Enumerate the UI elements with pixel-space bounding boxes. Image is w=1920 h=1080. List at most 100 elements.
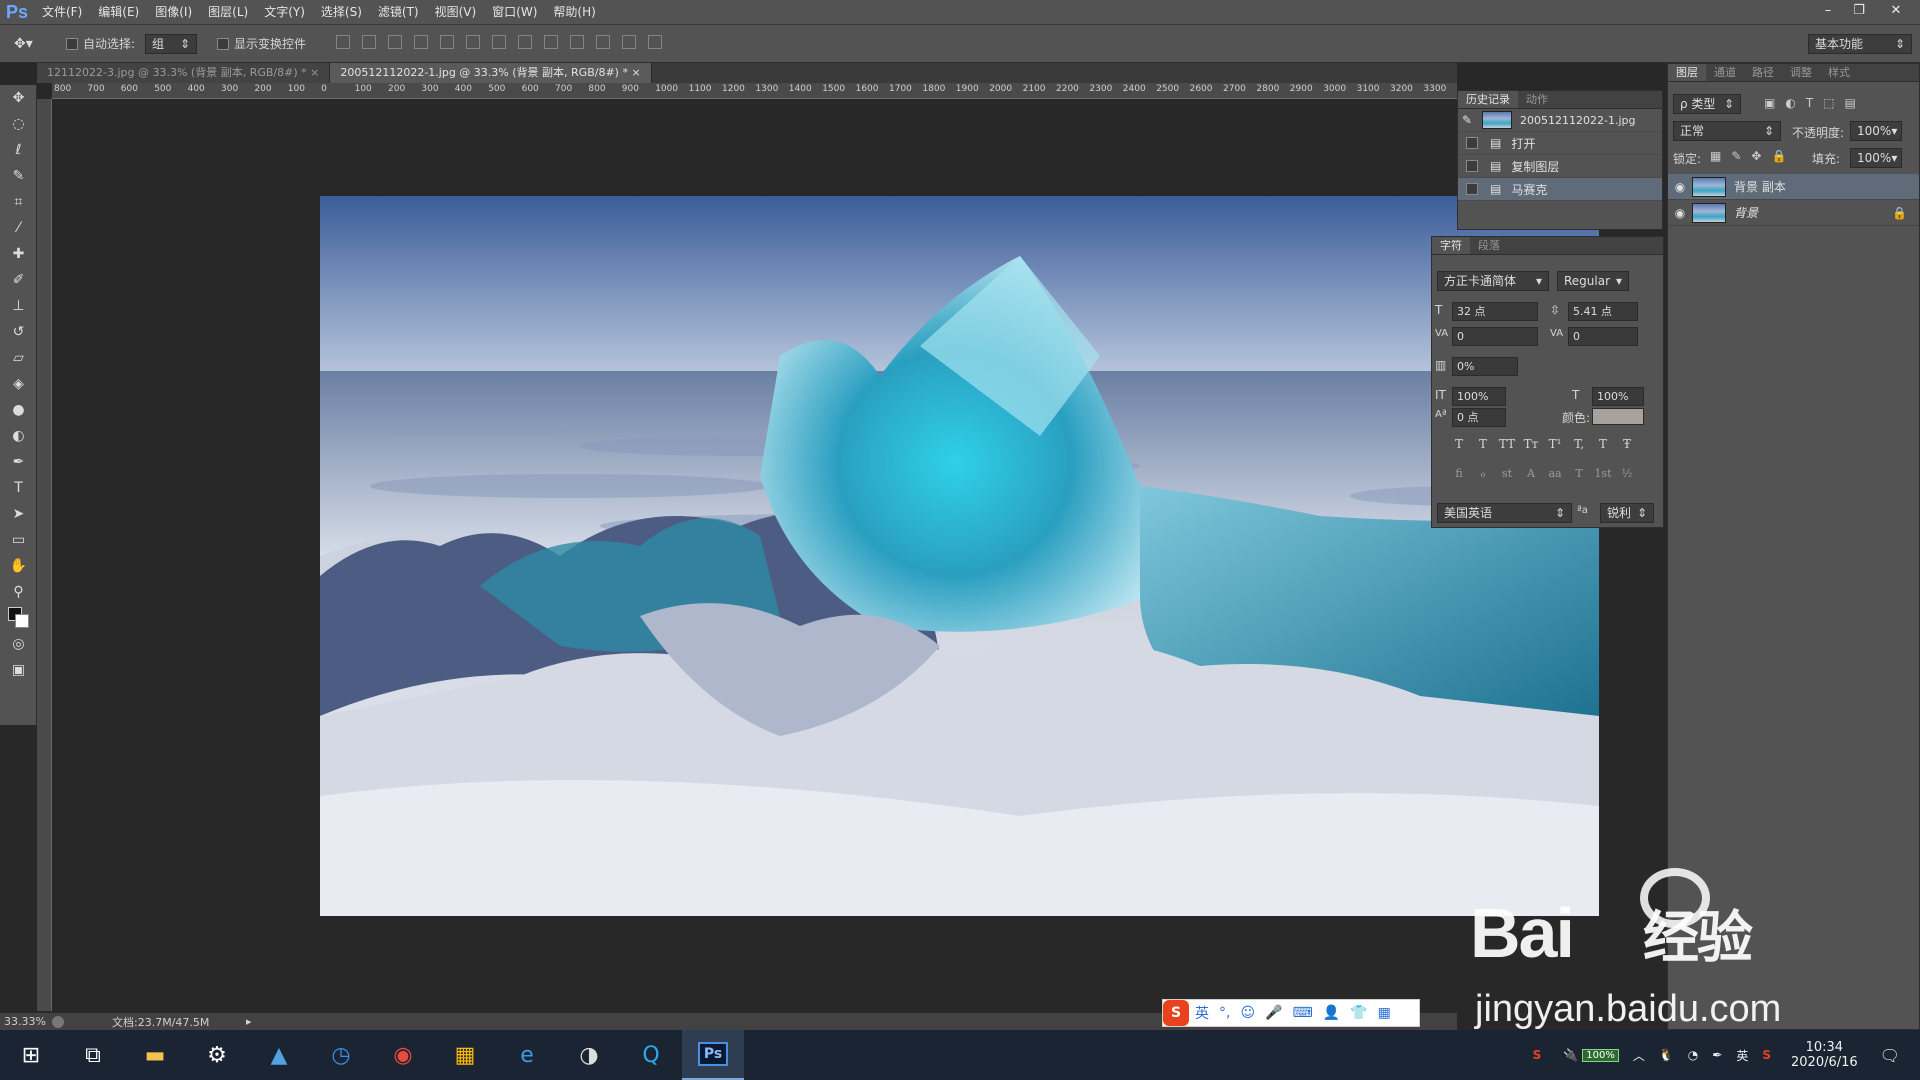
vertical-scale-field[interactable]: 100% [1452, 387, 1506, 406]
brush-tool-icon[interactable]: ✐ [0, 267, 37, 293]
distribute-left-icon[interactable] [570, 35, 585, 49]
status-arrow-icon[interactable]: ▸ [246, 1015, 252, 1028]
ie-icon[interactable]: e [496, 1030, 558, 1080]
media-app-icon[interactable]: ◑ [558, 1030, 620, 1080]
font-size-field[interactable]: 32 点 [1452, 302, 1538, 321]
opentype-button[interactable]: A [1522, 467, 1540, 480]
tracking-field[interactable]: 0 [1568, 327, 1638, 346]
text-color-swatch[interactable] [1592, 408, 1644, 425]
align-bottom-icon[interactable] [388, 35, 403, 49]
store-icon[interactable]: ▦ [434, 1030, 496, 1080]
history-source-checkbox[interactable] [1466, 183, 1478, 195]
hand-tool-icon[interactable]: ✋ [0, 553, 37, 579]
history-snapshot[interactable]: ✎ 200512112022-1.jpg [1458, 109, 1662, 132]
align-buttons[interactable] [330, 35, 668, 52]
user-icon[interactable]: 👤 [1323, 1005, 1340, 1021]
eye-icon[interactable]: ◉ [1668, 180, 1692, 194]
menu-item[interactable]: 视图(V) [427, 0, 485, 25]
opentype-button[interactable]: 1st [1594, 467, 1612, 480]
clock[interactable]: 10:34 2020/6/16 [1791, 1040, 1858, 1070]
menu-item[interactable]: 选择(S) [313, 0, 370, 25]
browser-q-icon[interactable]: Q [620, 1030, 682, 1080]
opentype-button[interactable]: st [1498, 467, 1516, 480]
align-top-icon[interactable] [336, 35, 351, 49]
type-tool-icon[interactable]: T [0, 475, 37, 501]
move-tool-icon[interactable]: ✥ [0, 85, 37, 111]
horizontal-scale-field[interactable]: 100% [1592, 387, 1644, 406]
sogou-tray-icon-2[interactable]: S [1762, 1048, 1771, 1062]
sogou-tray-icon[interactable]: S [1533, 1048, 1542, 1062]
tab-history[interactable]: 历史记录 [1458, 91, 1518, 108]
tab-document-1[interactable]: 12112022-3.jpg @ 33.3% (背景 副本, RGB/8#) *… [37, 63, 331, 83]
baseline-shift-field[interactable]: 0 点 [1452, 408, 1506, 427]
crop-tool-icon[interactable]: ⌗ [0, 189, 37, 215]
close-icon[interactable]: × [631, 66, 640, 79]
layers-tab[interactable]: 路径 [1744, 64, 1782, 81]
close-button[interactable]: ✕ [1880, 0, 1912, 20]
image-filter-icon[interactable]: ▣ [1764, 96, 1775, 110]
history-brush-icon[interactable]: ↺ [0, 319, 37, 345]
history-item[interactable]: ▤ 马赛克 [1458, 178, 1662, 201]
kerning-field[interactable]: 0 [1452, 327, 1538, 346]
dodge-tool-icon[interactable]: ◐ [0, 423, 37, 449]
qq-icon[interactable]: 🐧 [1659, 1048, 1674, 1062]
menu-item[interactable]: 窗口(W) [484, 0, 545, 25]
type-filter-icon[interactable]: T [1806, 96, 1813, 110]
type-style-button[interactable]: T, [1570, 437, 1588, 451]
quick-mask-icon[interactable]: ◎ [0, 631, 37, 657]
layer-row[interactable]: ◉ 背景 副本 [1668, 174, 1919, 200]
start-icon[interactable]: ⊞ [0, 1030, 62, 1080]
photoshop-taskbar-icon[interactable]: Ps [682, 1030, 744, 1080]
blur-tool-icon[interactable]: ● [0, 397, 37, 423]
font-style-dropdown[interactable]: Regular ▾ [1557, 271, 1629, 291]
lock-all-icon[interactable]: 🔒 [1771, 149, 1786, 163]
layer-row[interactable]: ◉ 背景 🔒 [1668, 200, 1919, 226]
skin-icon[interactable]: 👕 [1350, 1005, 1367, 1021]
photos-icon[interactable]: ▲ [248, 1030, 310, 1080]
restore-button[interactable]: ❐ [1843, 0, 1875, 20]
adjustment-filter-icon[interactable]: ◐ [1785, 96, 1795, 110]
color-swatches-icon[interactable] [0, 605, 37, 631]
microphone-icon[interactable]: 🎤 [1265, 1005, 1282, 1021]
ime-mode[interactable]: 英 [1195, 1003, 1209, 1023]
auto-align-icon[interactable] [648, 35, 663, 49]
lasso-tool-icon[interactable]: ℓ [0, 137, 37, 163]
file-explorer-icon[interactable]: ▬ [124, 1030, 186, 1080]
auto-select-checkbox[interactable] [66, 37, 78, 50]
lock-transparency-icon[interactable]: ▦ [1710, 149, 1721, 163]
auto-select-dropdown[interactable]: 组 ⇕ [145, 33, 198, 54]
eyedropper-tool-icon[interactable]: ⁄ [0, 215, 37, 241]
opentype-button[interactable]: T [1570, 467, 1588, 480]
task-view-icon[interactable]: ⧉ [62, 1030, 124, 1080]
distribute-vcenter-icon[interactable] [518, 35, 533, 49]
clock-app-icon[interactable]: ◷ [310, 1030, 372, 1080]
distribute-right-icon[interactable] [622, 35, 637, 49]
align-hcenter-icon[interactable] [440, 35, 455, 49]
toolbox-icon[interactable]: ▦ [1378, 1005, 1391, 1021]
menu-item[interactable]: 图层(L) [200, 0, 256, 25]
path-select-icon[interactable]: ➤ [0, 501, 37, 527]
fill-field[interactable]: 100% ▾ [1850, 148, 1902, 168]
history-item[interactable]: ▤ 复制图层 [1458, 155, 1662, 178]
quick-select-tool-icon[interactable]: ✎ [0, 163, 37, 189]
pen-icon[interactable]: ✒ [1712, 1048, 1722, 1062]
screen-mode-icon[interactable]: ▣ [0, 657, 37, 683]
menu-item[interactable]: 图像(I) [147, 0, 200, 25]
menu-item[interactable]: 帮助(H) [545, 0, 603, 25]
layers-tab[interactable]: 调整 [1782, 64, 1820, 81]
settings-icon[interactable]: ⚙ [186, 1030, 248, 1080]
menu-item[interactable]: 文件(F) [34, 0, 90, 25]
history-source-checkbox[interactable] [1466, 160, 1478, 172]
tab-paragraph[interactable]: 段落 [1470, 237, 1508, 254]
type-style-button[interactable]: T [1450, 437, 1468, 451]
punctuation-icon[interactable]: °, [1219, 1005, 1230, 1021]
type-style-button[interactable]: Tт [1522, 437, 1540, 451]
menu-item[interactable]: 文字(Y) [256, 0, 313, 25]
lock-pixels-icon[interactable]: ✎ [1731, 149, 1741, 163]
eye-icon[interactable]: ◉ [1668, 206, 1692, 220]
lock-position-icon[interactable]: ✥ [1751, 149, 1761, 163]
show-transform-checkbox[interactable] [217, 37, 230, 50]
workspace-dropdown[interactable]: 基本功能 ⇕ [1808, 33, 1912, 54]
stamp-tool-icon[interactable]: ⊥ [0, 293, 37, 319]
type-style-button[interactable]: T [1474, 437, 1492, 451]
